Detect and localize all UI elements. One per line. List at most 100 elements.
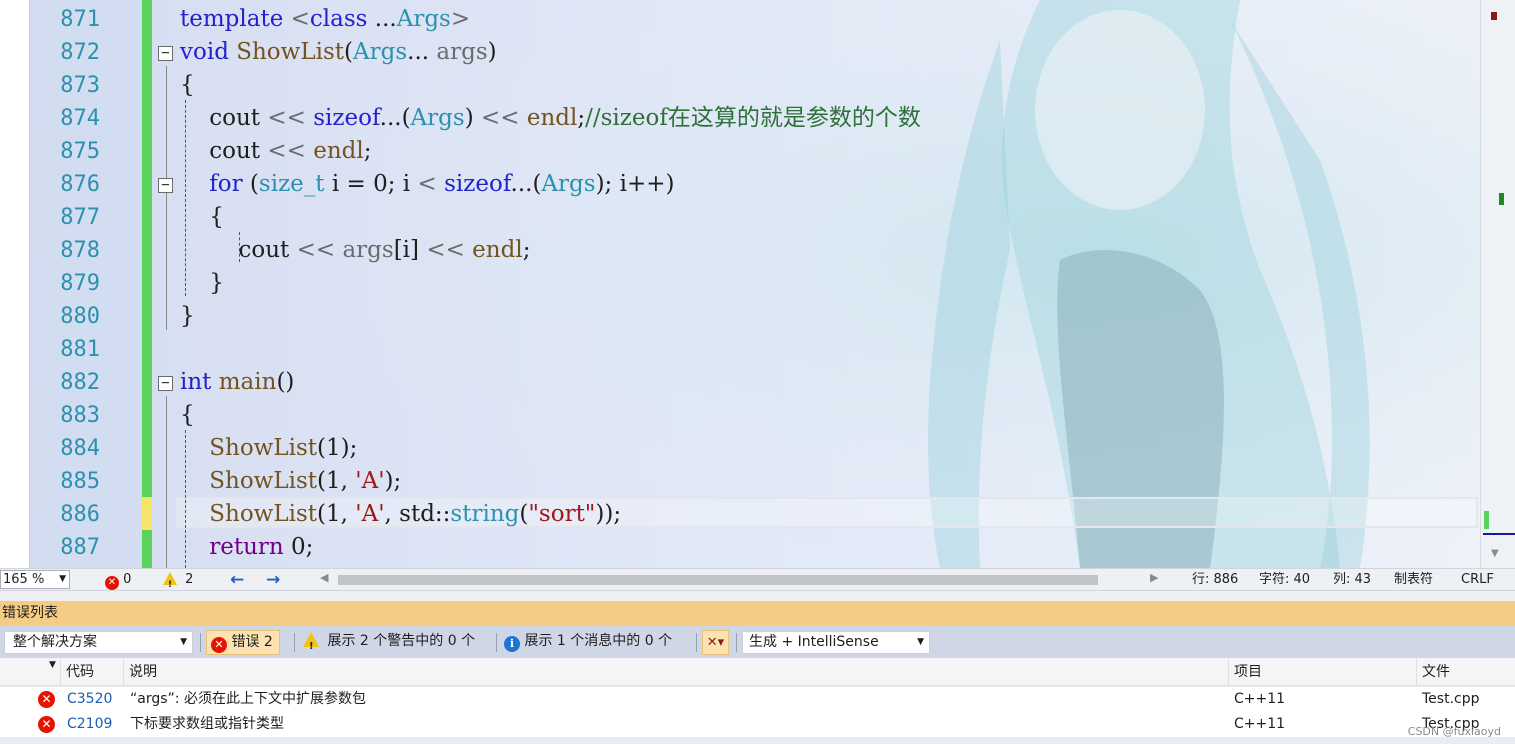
code-text[interactable]: cout << endl; (180, 135, 371, 168)
code-text[interactable]: cout << args[i] << endl; (180, 234, 530, 267)
error-count-value: 0 (123, 572, 132, 587)
code-line[interactable]: 873 { (0, 69, 1480, 102)
scroll-down-arrow-icon[interactable]: ▼ (1491, 548, 1499, 559)
collapse-icon[interactable]: − (158, 178, 173, 193)
error-project: C++11 (1234, 691, 1286, 707)
column-header-code[interactable]: 代码 (61, 658, 94, 686)
code-text[interactable]: } (180, 300, 195, 333)
navigate-back-icon[interactable]: ← (230, 569, 244, 591)
warnings-filter-button[interactable]: 展示 2 个警告中的 0 个 (299, 630, 481, 658)
code-token: ShowList (209, 468, 318, 494)
code-text[interactable]: } (180, 267, 224, 300)
build-source-dropdown[interactable]: 生成 + IntelliSense ▼ (742, 631, 930, 654)
code-line[interactable]: 872 − void ShowList(Args... args) (0, 36, 1480, 69)
sort-icon[interactable]: ▼ (44, 658, 56, 686)
code-token: ); (384, 468, 402, 494)
scope-value: 整个解决方案 (13, 634, 97, 650)
code-line[interactable]: 887 return 0; (0, 531, 1480, 564)
code-line[interactable]: 876 − for (size_t i = 0; i < sizeof...(Ar… (0, 168, 1480, 201)
code-line[interactable]: 886 ShowList(1, 'A', std::string("sort")… (0, 498, 1480, 531)
code-text[interactable]: void ShowList(Args... args) (180, 36, 497, 69)
code-token: ...( (379, 105, 411, 131)
code-token: //sizeof在这算的就是参数的个数 (585, 105, 921, 131)
column-header-project[interactable]: 项目 (1229, 658, 1262, 686)
cursor-char[interactable]: 字符: 40 (1259, 569, 1310, 591)
watermark: CSDN @fuxiaoyd (1407, 725, 1501, 738)
code-text[interactable]: ShowList(1, 'A', std::string("sort")); (180, 498, 621, 531)
code-editor[interactable]: 871 template <class ...Args> 872− void Show… (0, 0, 1515, 568)
clear-filter-icon[interactable]: ✕▾ (702, 630, 729, 655)
messages-filter-button[interactable]: i 展示 1 个消息中的 0 个 (500, 630, 678, 655)
line-number: 887 (60, 535, 100, 560)
scroll-marker-change (1499, 193, 1504, 205)
code-line[interactable]: 885 ShowList(1, 'A'); (0, 465, 1480, 498)
scroll-left-arrow-icon[interactable]: ◀ (320, 571, 328, 584)
code-token: } (180, 270, 224, 296)
code-token: < (417, 171, 445, 197)
table-row[interactable]: ✕ C2109 下标要求数组或指针类型 C++11 Test.cpp (0, 712, 1515, 737)
code-text[interactable]: { (180, 69, 195, 102)
code-text[interactable]: cout << sizeof...(Args) << endl;//sizeof… (180, 102, 921, 135)
code-token: args (342, 237, 394, 263)
column-header-description[interactable]: 说明 (124, 658, 157, 686)
error-count[interactable]: ✕ 0 (105, 569, 131, 591)
column-header-file[interactable]: 文件 (1417, 658, 1450, 686)
line-number: 878 (60, 238, 100, 263)
code-token: args (436, 39, 488, 65)
navigate-forward-icon[interactable]: → (266, 569, 280, 591)
warning-count[interactable]: 2 (163, 569, 194, 596)
code-line[interactable]: 871 template <class ...Args> (0, 3, 1480, 36)
code-token: sizeof (444, 171, 511, 197)
horizontal-scrollbar[interactable]: ◀ ▶ (320, 571, 1160, 587)
code-token: cout (180, 138, 268, 164)
code-text[interactable]: { (180, 399, 195, 432)
code-token: class (309, 6, 375, 32)
code-token: ; (363, 138, 372, 164)
table-row[interactable]: ✕ C3520 “args”: 必须在此上下文中扩展参数包 C++11 Test… (0, 687, 1515, 712)
zoom-dropdown[interactable]: 165 % ▼ (0, 570, 70, 589)
code-text[interactable]: int main() (180, 366, 294, 399)
code-line[interactable]: 874 cout << sizeof...(Args) << endl;//si… (0, 102, 1480, 135)
code-line[interactable]: 881 (0, 333, 1480, 366)
indent-mode[interactable]: 制表符 (1394, 569, 1433, 591)
code-line[interactable]: 879 } (0, 267, 1480, 300)
vertical-scrollbar[interactable]: ▼ (1480, 0, 1515, 568)
chevron-down-icon: ▼ (180, 637, 187, 647)
code-token: size_t (258, 171, 332, 197)
code-text[interactable]: ShowList(1); (180, 432, 357, 465)
error-code-link[interactable]: C3520 (67, 687, 112, 712)
error-icon: ✕ (38, 691, 55, 708)
cursor-row[interactable]: 行: 886 (1192, 569, 1238, 591)
line-number: 875 (60, 139, 100, 164)
code-text[interactable]: for (size_t i = 0; i < sizeof...(Args); … (180, 168, 674, 201)
code-text[interactable]: return 0; (180, 531, 313, 564)
collapse-icon[interactable]: − (158, 46, 173, 61)
code-line[interactable]: 884 ShowList(1); (0, 432, 1480, 465)
line-number: 873 (60, 73, 100, 98)
code-text[interactable]: ShowList(1, 'A'); (180, 465, 401, 498)
line-ending[interactable]: CRLF (1461, 569, 1494, 591)
code-line[interactable]: 882 − int main() (0, 366, 1480, 399)
code-line[interactable]: 880} (0, 300, 1480, 333)
warning-count-value: 2 (185, 572, 194, 587)
code-text[interactable]: template <class ...Args> (180, 3, 470, 36)
code-line[interactable]: 883 { (0, 399, 1480, 432)
error-description: “args”: 必须在此上下文中扩展参数包 (130, 691, 366, 707)
code-line[interactable]: 875 cout << endl; (0, 135, 1480, 168)
code-line[interactable]: 877 { (0, 201, 1480, 234)
code-line[interactable]: 878 cout << args[i] << endl; (0, 234, 1480, 267)
scrollbar-thumb[interactable] (338, 575, 1098, 585)
code-token: template (180, 6, 291, 32)
error-code-link[interactable]: C2109 (67, 712, 112, 737)
collapse-icon[interactable]: − (158, 376, 173, 391)
scope-dropdown[interactable]: 整个解决方案 ▼ (4, 631, 193, 654)
code-token: cout (180, 105, 268, 131)
code-token: ); i++) (595, 171, 675, 197)
code-text[interactable]: { (180, 201, 224, 234)
errors-filter-button[interactable]: ✕ 错误 2 (206, 630, 280, 655)
code-token: string (450, 501, 520, 527)
scroll-right-arrow-icon[interactable]: ▶ (1150, 571, 1158, 584)
cursor-col[interactable]: 列: 43 (1333, 569, 1371, 591)
